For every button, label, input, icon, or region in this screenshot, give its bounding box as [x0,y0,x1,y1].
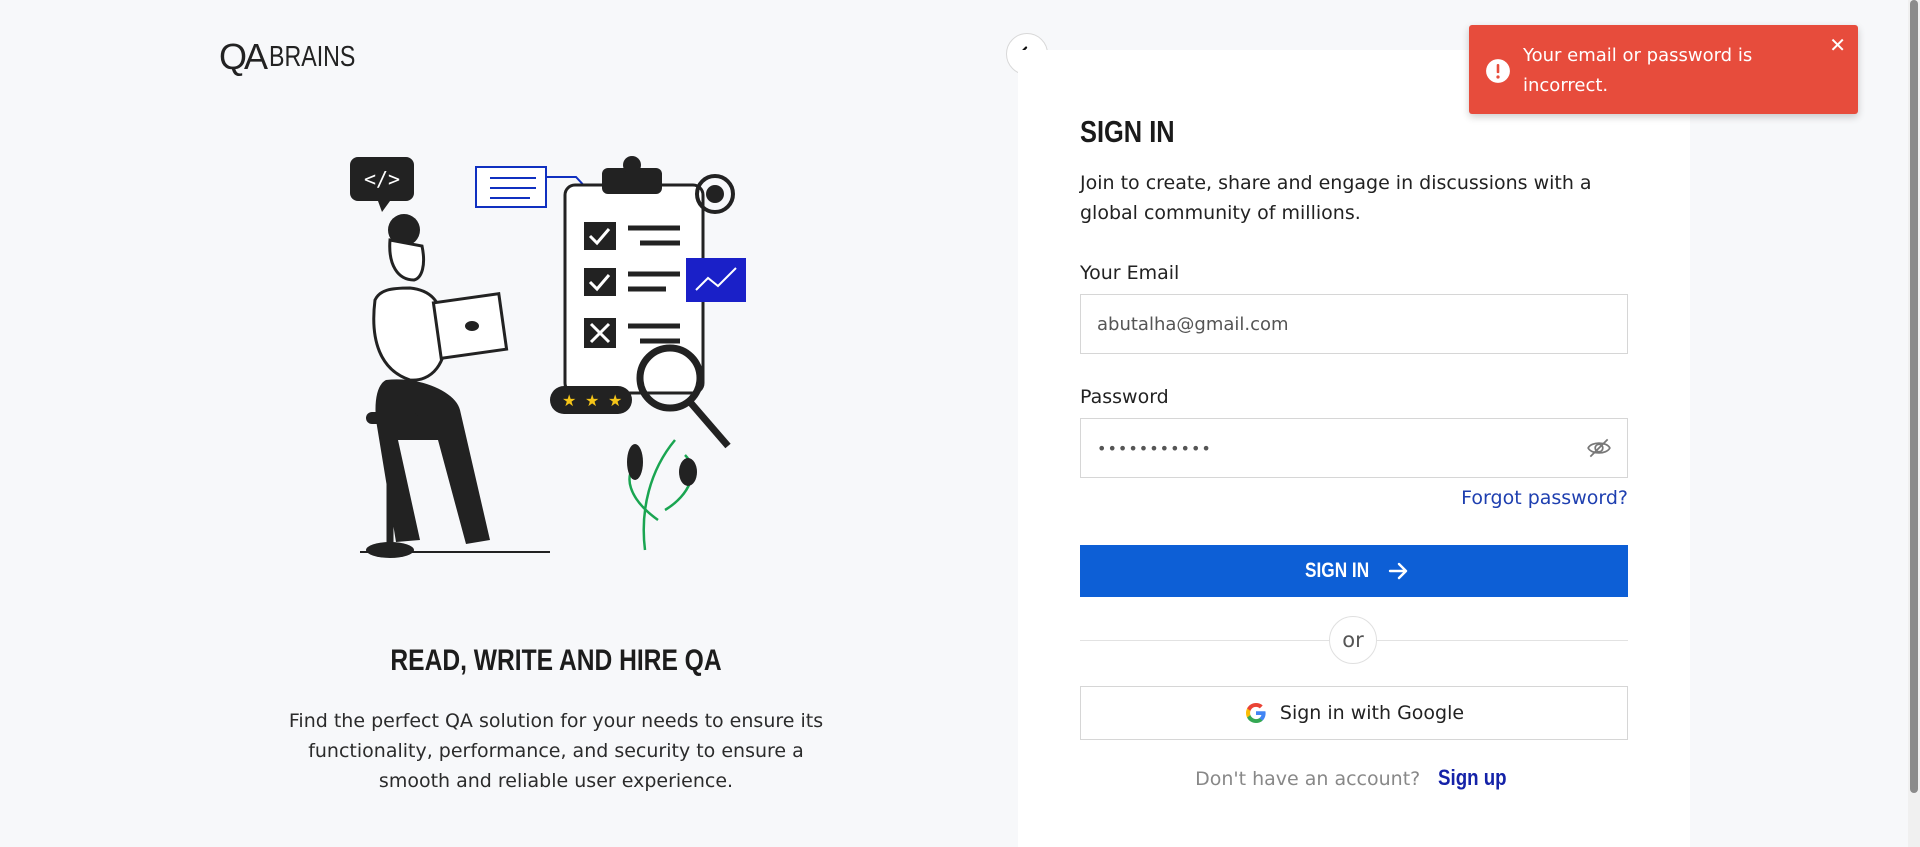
signup-link[interactable]: Sign up [1438,765,1507,791]
close-icon[interactable]: ✕ [1829,35,1846,55]
signin-title: SIGN IN [1080,114,1175,149]
signin-card: SIGN IN Join to create, share and engage… [1018,50,1690,847]
qa-brains-logo[interactable]: QA BRAINS [219,36,377,78]
alert-icon [1486,59,1510,83]
svg-text:★: ★ [562,391,576,410]
email-field[interactable] [1080,294,1628,354]
signin-button[interactable]: SIGN IN [1080,545,1628,597]
google-signin-button[interactable]: Sign in with Google [1080,686,1628,740]
google-icon [1245,703,1266,723]
scrollbar-thumb[interactable] [1910,0,1918,793]
toast-message: Your email or password is incorrect. [1523,45,1753,96]
error-toast: Your email or password is incorrect. ✕ [1469,25,1858,114]
svg-text:★: ★ [585,391,599,410]
signin-description: Join to create, share and engage in disc… [1080,172,1592,224]
qa-illustration: </> ★ ★ ★ [350,156,746,558]
eye-off-icon[interactable] [1586,435,1612,461]
svg-text:★: ★ [608,391,622,410]
no-account-text: Don't have an account? [1195,768,1421,790]
tagline-heading: READ, WRITE AND HIRE QA [390,644,722,677]
google-button-label: Sign in with Google [1279,702,1465,724]
svg-text:</>: </> [364,167,400,191]
signup-row: Don't have an account? Sign up [1018,765,1690,791]
password-field[interactable] [1080,418,1628,478]
logo-brains-text: BRAINS [269,40,356,73]
tagline-description: Find the perfect QA solution for your ne… [288,710,824,792]
password-label: Password [1080,386,1169,408]
logo-qa-text: QA [219,36,268,77]
or-separator: or [1329,616,1377,664]
email-label: Your Email [1080,262,1180,284]
arrow-right-icon [1388,562,1408,580]
signin-button-label: SIGN IN [1304,559,1370,582]
page-scrollbar[interactable] [1908,0,1920,847]
forgot-password-link[interactable]: Forgot password? [1461,487,1628,509]
